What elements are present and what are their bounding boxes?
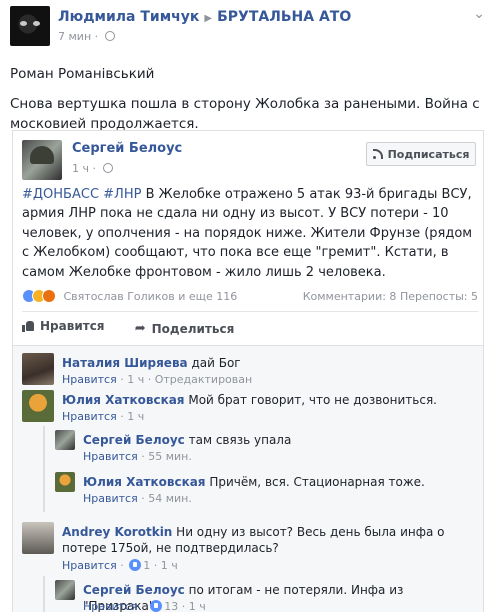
comment: Юлия Хатковская Мой брат говорит, что не…	[22, 390, 472, 424]
reactions-bar: Святослав Голиков и еще 116 Комментарии:…	[22, 289, 478, 307]
comment: Наталия Ширяева дай Бог Нравится · 1 ч ·…	[22, 353, 472, 387]
edited-label[interactable]: Отредактирован	[155, 373, 253, 386]
reply-time[interactable]: 55 мин.	[148, 450, 192, 463]
comment-body: Юлия Хатковская Мой брат говорит, что не…	[62, 392, 472, 408]
reply: Сергей Белоус по итогам - не потеряли. И…	[55, 580, 475, 612]
hashtag-links[interactable]: #ДОНБАСС #ЛНР	[22, 187, 141, 202]
commenter-name[interactable]: Andrey Korotkin	[62, 525, 172, 539]
author-avatar[interactable]	[10, 6, 50, 46]
reply-time[interactable]: 54 мин.	[148, 492, 192, 505]
reaction-names[interactable]: Святослав Голиков и еще 116	[64, 290, 238, 303]
reply: Юлия Хатковская Причём, вся. Стационарна…	[55, 472, 475, 506]
reply-avatar[interactable]	[55, 580, 75, 600]
comment-like-link[interactable]: Нравится	[62, 373, 117, 386]
reply-text: там связь упала	[188, 433, 292, 447]
like-count-icon	[129, 559, 142, 571]
reply-like-link[interactable]: Нравится	[83, 600, 138, 612]
reply-avatar[interactable]	[55, 430, 75, 450]
reply-meta: Нравится · 55 мин.	[83, 450, 192, 463]
shared-post: Сергей Белоус 1 ч · Подписаться #ДОНБАСС…	[12, 130, 484, 612]
reply-meta: Нравится · 13 · 1 ч	[83, 600, 206, 612]
comments-section: Наталия Ширяева дай Бог Нравится · 1 ч ·…	[13, 345, 483, 612]
comment-body: Наталия Ширяева дай Бог	[62, 355, 472, 371]
post-stats: Комментарии: 8 Перепосты: 5	[303, 290, 478, 303]
shared-post-header: Сергей Белоус 1 ч · Подписаться	[22, 140, 476, 180]
comments-count[interactable]: Комментарии: 8	[303, 290, 397, 303]
comment-text: Мой брат говорит, что не дозвониться.	[188, 393, 437, 407]
shared-author-avatar[interactable]	[22, 140, 62, 180]
shared-time[interactable]: 1 ч	[72, 162, 89, 175]
replier-name[interactable]: Юлия Хатковская	[83, 475, 206, 489]
reply-body: Сергей Белоус там связь упала	[83, 432, 473, 448]
share-label: Поделиться	[151, 321, 235, 336]
comment-time[interactable]: 1 ч	[127, 410, 144, 423]
subscribe-label: Подписаться	[387, 147, 470, 161]
post-text-line2: Снова вертушка пошла в сторону Жолобка з…	[10, 96, 480, 132]
comment-meta: Нравится · 1 ч	[62, 410, 145, 423]
reply-thread-line	[43, 576, 45, 612]
shares-count[interactable]: Перепосты: 5	[400, 290, 478, 303]
arrow-right-icon: ▶	[204, 13, 213, 24]
post-actions: Нравится ➦ Поделиться	[22, 319, 260, 343]
commenter-name[interactable]: Юлия Хатковская	[62, 393, 185, 407]
commenter-name[interactable]: Наталия Ширяева	[62, 356, 188, 370]
rss-icon	[372, 149, 383, 159]
comment-like-link[interactable]: Нравится	[62, 410, 117, 423]
globe-icon	[104, 31, 115, 41]
reply-meta: Нравится · 54 мин.	[83, 492, 192, 505]
commenter-avatar[interactable]	[22, 390, 54, 422]
comment: Andrey Korotkin Ни одну из высот? Весь д…	[22, 522, 472, 574]
comment-time[interactable]: 1 ч	[127, 373, 144, 386]
comment-body: Andrey Korotkin Ни одну из высот? Весь д…	[62, 524, 472, 556]
commenter-avatar[interactable]	[22, 522, 54, 554]
reply-like-link[interactable]: Нравится	[83, 450, 138, 463]
reply-time[interactable]: 1 ч	[189, 600, 206, 612]
comment-like-link[interactable]: Нравится	[62, 559, 117, 572]
reply-like-link[interactable]: Нравится	[83, 492, 138, 505]
post-text-line1: Роман Романівський	[10, 66, 155, 82]
post-timestamp[interactable]: 7 мин ·	[58, 30, 115, 43]
post-time[interactable]: 7 мин	[58, 30, 91, 43]
thumbs-up-icon	[22, 320, 34, 332]
like-label: Нравится	[40, 319, 105, 333]
reply-text: Причём, вся. Стационарная тоже.	[209, 475, 425, 489]
shared-post-timestamp[interactable]: 1 ч ·	[72, 162, 113, 175]
author-name-link[interactable]: Людмила Тимчук	[58, 9, 199, 25]
comment-meta: Нравится · 1 ч · Отредактирован	[62, 373, 253, 386]
comment-meta: Нравится · 1 · 1 ч	[62, 559, 178, 572]
like-button[interactable]: Нравится	[22, 319, 105, 333]
angry-reaction-icon[interactable]	[42, 289, 56, 303]
shared-author-name-link[interactable]: Сергей Белоус	[72, 141, 182, 156]
post-header: Людмила Тимчук ▶ БРУТАЛЬНА АТО 7 мин · ⌄	[10, 6, 485, 48]
globe-icon	[102, 163, 113, 173]
subscribe-button[interactable]: Подписаться	[366, 142, 476, 166]
comment-text: дай Бог	[191, 356, 241, 370]
reply-avatar[interactable]	[55, 472, 75, 492]
shared-post-text: #ДОНБАСС #ЛНР В Желобке отражено 5 атак …	[22, 185, 478, 282]
replier-name[interactable]: Сергей Белоус	[83, 583, 185, 597]
reply-like-count[interactable]: 13	[164, 600, 178, 612]
reply: Сергей Белоус там связь упала Нравится ·…	[55, 430, 475, 464]
group-name-link[interactable]: БРУТАЛЬНА АТО	[217, 9, 351, 25]
share-arrow-icon: ➦	[134, 321, 146, 336]
comment-time[interactable]: 1 ч	[161, 559, 178, 572]
chevron-down-icon[interactable]: ⌄	[473, 6, 485, 22]
commenter-avatar[interactable]	[22, 353, 54, 385]
author-line: Людмила Тимчук ▶ БРУТАЛЬНА АТО	[58, 9, 351, 25]
divider	[22, 311, 478, 312]
reply-thread-line	[43, 426, 45, 512]
like-count-icon	[150, 600, 163, 612]
comment-like-count[interactable]: 1	[143, 559, 150, 572]
share-button[interactable]: ➦ Поделиться	[135, 321, 235, 336]
replier-name[interactable]: Сергей Белоус	[83, 433, 185, 447]
reply-body: Юлия Хатковская Причём, вся. Стационарна…	[83, 474, 473, 490]
